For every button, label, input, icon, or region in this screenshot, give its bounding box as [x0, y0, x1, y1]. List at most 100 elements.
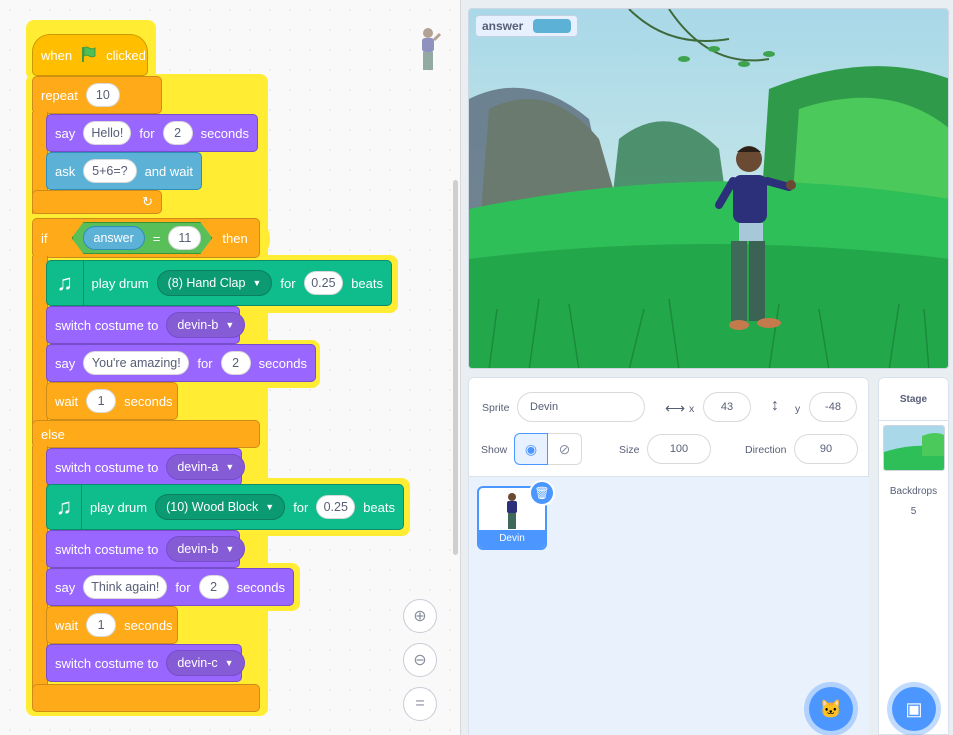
size-input[interactable]: 100: [647, 434, 711, 464]
sprite-thumbnail-name: Devin: [479, 530, 545, 548]
say-for-secs-block[interactable]: say Hello! for 2 seconds: [46, 114, 258, 152]
block-text: switch costume to: [55, 459, 159, 475]
monitor-label: answer: [482, 19, 524, 33]
block-text: when: [41, 47, 73, 63]
zoom-in-button[interactable]: ⊕: [403, 599, 437, 633]
block-text: then: [222, 230, 248, 246]
sprite-list-panel: Devin 🗑 🐱: [468, 477, 869, 735]
backdrop-preview: [884, 426, 944, 470]
x-position-icon: ⟷: [665, 400, 686, 416]
wait-block[interactable]: wait 1 seconds: [46, 606, 178, 644]
costume-dropdown[interactable]: devin-c ▼: [166, 650, 245, 676]
beats-input[interactable]: 0.25: [303, 271, 344, 295]
say-secs-input[interactable]: 2: [162, 121, 193, 145]
costume-dropdown[interactable]: devin-b ▼: [166, 536, 246, 562]
beats-input[interactable]: 0.25: [316, 495, 356, 519]
block-text: play drum: [90, 499, 148, 515]
answer-reporter[interactable]: answer: [83, 226, 145, 250]
switch-costume-block[interactable]: switch costume to devin-a ▼: [46, 448, 246, 486]
dropdown-value: (8) Hand Clap: [167, 276, 246, 290]
x-input[interactable]: 43: [703, 392, 751, 422]
say-text-input[interactable]: You're amazing!: [83, 351, 190, 375]
delete-sprite-button[interactable]: 🗑: [529, 480, 555, 506]
sprite-name-input[interactable]: Devin: [517, 392, 645, 422]
choose-backdrop-button[interactable]: ▣: [892, 687, 936, 731]
drum-dropdown[interactable]: (8) Hand Clap ▼: [156, 270, 273, 296]
direction-input[interactable]: 90: [794, 434, 858, 464]
equals-operator-block[interactable]: answer = 11: [72, 222, 213, 254]
if-else-block[interactable]: if answer = 11 then: [32, 218, 260, 258]
stage-panel-title: Stage: [899, 394, 928, 405]
divider: [879, 420, 948, 421]
ask-text-input[interactable]: 5+6=?: [83, 159, 137, 183]
zoom-reset-button[interactable]: =: [403, 687, 437, 721]
dropdown-value: devin-a: [177, 460, 219, 474]
eye-icon: ◉: [524, 440, 538, 457]
block-text: say: [55, 125, 76, 141]
play-drum-block[interactable]: ♫ play drum (8) Hand Clap ▼ for 0.25 beat…: [46, 260, 392, 306]
chevron-down-icon: ▼: [225, 544, 235, 554]
say-secs-input[interactable]: 2: [220, 351, 251, 375]
answer-monitor[interactable]: answer: [475, 15, 579, 37]
costume-dropdown[interactable]: devin-a ▼: [166, 454, 246, 480]
hide-sprite-button[interactable]: ⊘: [548, 433, 582, 465]
repeat-count-input[interactable]: 10: [85, 83, 120, 107]
code-area[interactable]: when clicked repeat 10 ↻ say Hello! for …: [0, 0, 461, 735]
dropdown-value: devin-b: [177, 318, 219, 332]
say-secs-input[interactable]: 2: [198, 575, 229, 599]
block-text: switch costume to: [55, 317, 159, 333]
chevron-down-icon: ▼: [224, 658, 234, 668]
direction-label: Direction: [745, 444, 787, 456]
play-drum-block[interactable]: ♫ play drum (10) Wood Block ▼ for 0.25 be…: [46, 484, 404, 530]
zoom-reset-icon: =: [415, 695, 425, 712]
stage-canvas[interactable]: answer: [468, 8, 949, 369]
block-text: seconds: [200, 125, 249, 141]
stage-selector-panel[interactable]: Stage Backdrops 5 ▣: [878, 377, 949, 735]
when-flag-clicked-block[interactable]: when clicked: [32, 34, 148, 76]
backdrop-thumbnail[interactable]: [883, 425, 945, 471]
block-text: seconds: [258, 355, 307, 371]
block-text: play drum: [91, 275, 149, 291]
drum-dropdown[interactable]: (10) Wood Block ▼: [155, 494, 286, 520]
block-text: else: [41, 426, 65, 442]
repeat-block[interactable]: repeat 10: [32, 76, 162, 114]
zoom-out-icon: ⊖: [413, 652, 427, 669]
block-text: and wait: [144, 163, 193, 179]
switch-costume-block[interactable]: switch costume to devin-b ▼: [46, 306, 246, 344]
jungle-backdrop: [469, 9, 948, 368]
block-text: ask: [55, 163, 76, 179]
y-input[interactable]: -48: [809, 392, 857, 422]
switch-costume-block[interactable]: switch costume to devin-c ▼: [46, 644, 245, 682]
equals-value-input[interactable]: 11: [168, 226, 201, 250]
block-text: wait: [55, 393, 79, 409]
choose-sprite-button[interactable]: 🐱: [809, 687, 853, 731]
music-notes-icon: ♫: [47, 485, 83, 529]
backdrops-label: Backdrops: [889, 486, 938, 497]
block-text: for: [175, 579, 191, 595]
monitor-value: [533, 19, 572, 33]
say-for-secs-block[interactable]: say Think again! for 2 seconds: [46, 568, 294, 606]
loop-arrow-icon: ↻: [142, 194, 153, 209]
wait-secs-input[interactable]: 1: [86, 389, 117, 413]
say-text-input[interactable]: Think again!: [83, 575, 168, 599]
code-scrollbar[interactable]: [453, 180, 458, 555]
block-text: for: [139, 125, 155, 141]
switch-costume-block[interactable]: switch costume to devin-b ▼: [46, 530, 246, 568]
ask-and-wait-block[interactable]: ask 5+6=? and wait: [46, 152, 202, 190]
wait-block[interactable]: wait 1 seconds: [46, 382, 178, 420]
chevron-down-icon: ▼: [265, 502, 275, 512]
say-for-secs-block[interactable]: say You're amazing! for 2 seconds: [46, 344, 316, 382]
y-label: y: [795, 403, 801, 415]
zoom-out-button[interactable]: ⊖: [403, 643, 437, 677]
block-text: say: [55, 355, 76, 371]
show-sprite-button[interactable]: ◉: [514, 433, 548, 465]
block-text: for: [197, 355, 213, 371]
dropdown-value: devin-b: [177, 542, 219, 556]
block-text: for: [293, 499, 309, 515]
block-text: switch costume to: [55, 541, 159, 557]
costume-dropdown[interactable]: devin-b ▼: [166, 312, 246, 338]
zoom-in-icon: ⊕: [413, 608, 427, 625]
dropdown-value: devin-c: [177, 656, 218, 670]
say-text-input[interactable]: Hello!: [83, 121, 132, 145]
wait-secs-input[interactable]: 1: [86, 613, 117, 637]
